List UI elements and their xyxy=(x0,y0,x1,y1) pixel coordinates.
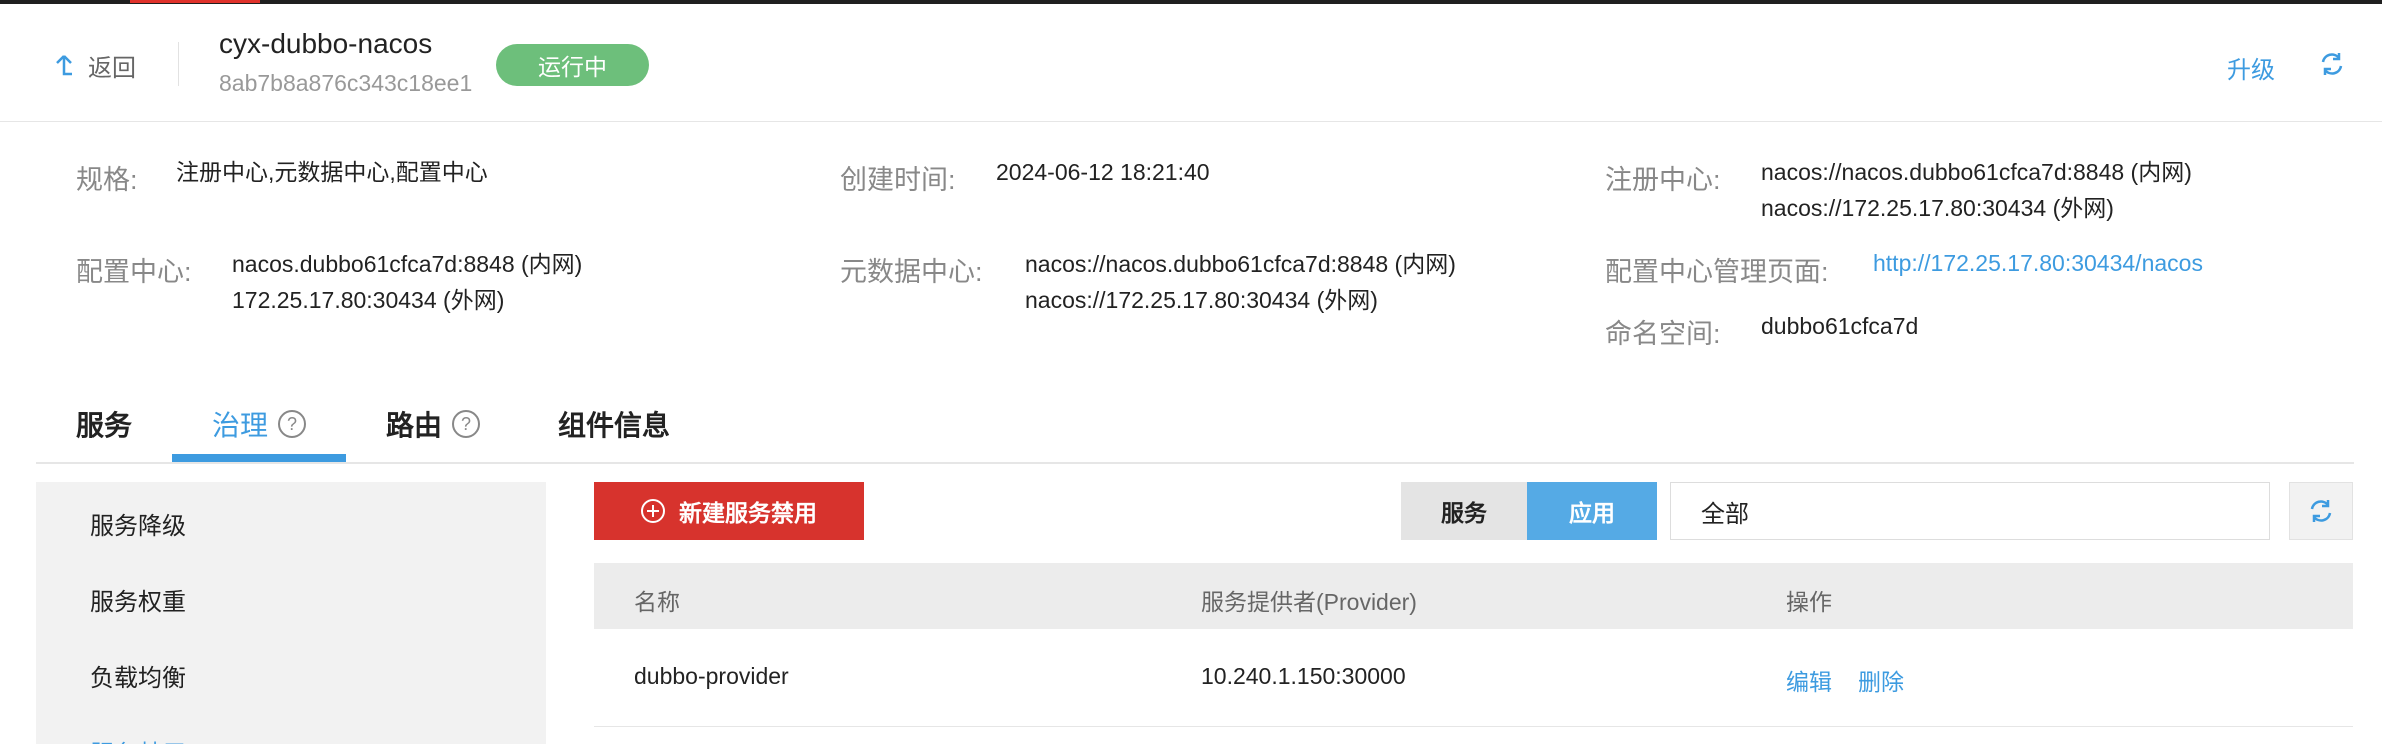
instance-id: 8ab7b8a876c343c18ee1 xyxy=(219,70,473,96)
registry-label: 注册中心: xyxy=(1605,165,1721,195)
upgrade-link[interactable]: 升级 xyxy=(2227,50,2275,85)
row-provider: 10.240.1.150:30000 xyxy=(1201,663,1406,689)
config-label: 配置中心: xyxy=(76,257,192,287)
registry-internal: nacos://nacos.dubbo61cfca7d:8848 (内网) xyxy=(1761,159,2192,185)
back-arrow-icon xyxy=(56,54,72,75)
row-name: dubbo-provider xyxy=(634,663,789,689)
sidebar-item-weight[interactable]: 服务权重 xyxy=(90,582,186,617)
new-service-disable-button[interactable]: 新建服务禁用 xyxy=(594,482,864,540)
spec-label: 规格: xyxy=(76,165,138,195)
tab-routing[interactable]: 路由 ? xyxy=(386,404,481,444)
header-divider xyxy=(178,42,179,86)
spec-value: 注册中心,元数据中心,配置中心 xyxy=(176,159,488,185)
tab-label: 组件信息 xyxy=(558,410,671,441)
back-label: 返回 xyxy=(88,55,136,82)
help-icon[interactable]: ? xyxy=(452,410,481,438)
metadata-internal: nacos://nacos.dubbo61cfca7d:8848 (内网) xyxy=(1025,251,1456,277)
instance-header: 返回 cyx-dubbo-nacos 8ab7b8a876c343c18ee1 … xyxy=(0,4,2382,122)
segment-application[interactable]: 应用 xyxy=(1527,482,1657,540)
main-tabs: 服务 治理 ? 路由 ? 组件信息 xyxy=(36,390,2354,464)
column-header-provider: 服务提供者(Provider) xyxy=(1201,589,1417,615)
tab-governance[interactable]: 治理 ? xyxy=(212,404,307,444)
registry-external: nacos://172.25.17.80:30434 (外网) xyxy=(1761,195,2114,221)
status-badge: 运行中 xyxy=(496,44,649,86)
sidebar-item-disable[interactable]: 服务禁用 xyxy=(90,734,186,744)
created-label: 创建时间: xyxy=(840,165,956,195)
refresh-icon xyxy=(2310,500,2332,522)
segment-service[interactable]: 服务 xyxy=(1401,482,1527,540)
sidebar-item-degradation[interactable]: 服务降级 xyxy=(90,506,186,541)
config-internal: nacos.dubbo61cfca7d:8848 (内网) xyxy=(232,251,583,277)
table-row: dubbo-provider 10.240.1.150:30000 编辑 删除 xyxy=(594,629,2353,727)
tab-label: 治理 xyxy=(212,410,269,441)
tab-service[interactable]: 服务 xyxy=(76,404,132,444)
tab-label: 服务 xyxy=(76,410,133,441)
plus-circle-icon xyxy=(641,499,665,523)
instance-name: cyx-dubbo-nacos xyxy=(219,28,433,59)
config-page-label: 配置中心管理页面: xyxy=(1605,257,1829,287)
edit-link[interactable]: 编辑 xyxy=(1786,663,1832,697)
namespace-value: dubbo61cfca7d xyxy=(1761,313,1919,339)
delete-link[interactable]: 删除 xyxy=(1858,663,1904,697)
metadata-label: 元数据中心: xyxy=(840,257,983,287)
created-value: 2024-06-12 18:21:40 xyxy=(996,159,1210,185)
column-header-actions: 操作 xyxy=(1786,589,1832,615)
config-external: 172.25.17.80:30434 (外网) xyxy=(232,287,505,313)
metadata-external: nacos://172.25.17.80:30434 (外网) xyxy=(1025,287,1378,313)
active-tab-indicator xyxy=(172,454,346,462)
back-button[interactable]: 返回 xyxy=(52,48,136,83)
application-filter-select[interactable]: 全部 xyxy=(1670,482,2270,540)
config-page-link[interactable]: http://172.25.17.80:30434/nacos xyxy=(1873,250,2203,277)
tab-component-info[interactable]: 组件信息 xyxy=(558,404,670,444)
help-icon[interactable]: ? xyxy=(278,410,307,438)
refresh-list-button[interactable] xyxy=(2289,482,2353,540)
column-header-name: 名称 xyxy=(634,589,680,615)
active-window-indicator xyxy=(130,0,260,3)
tab-label: 路由 xyxy=(386,410,443,441)
governance-sidebar: 服务降级 服务权重 负载均衡 服务禁用 xyxy=(36,482,546,744)
refresh-icon[interactable] xyxy=(2318,50,2346,78)
table-header: 名称 服务提供者(Provider) 操作 xyxy=(594,563,2353,629)
sidebar-item-load-balance[interactable]: 负载均衡 xyxy=(90,658,186,693)
new-button-label: 新建服务禁用 xyxy=(679,500,817,526)
namespace-label: 命名空间: xyxy=(1605,319,1721,349)
